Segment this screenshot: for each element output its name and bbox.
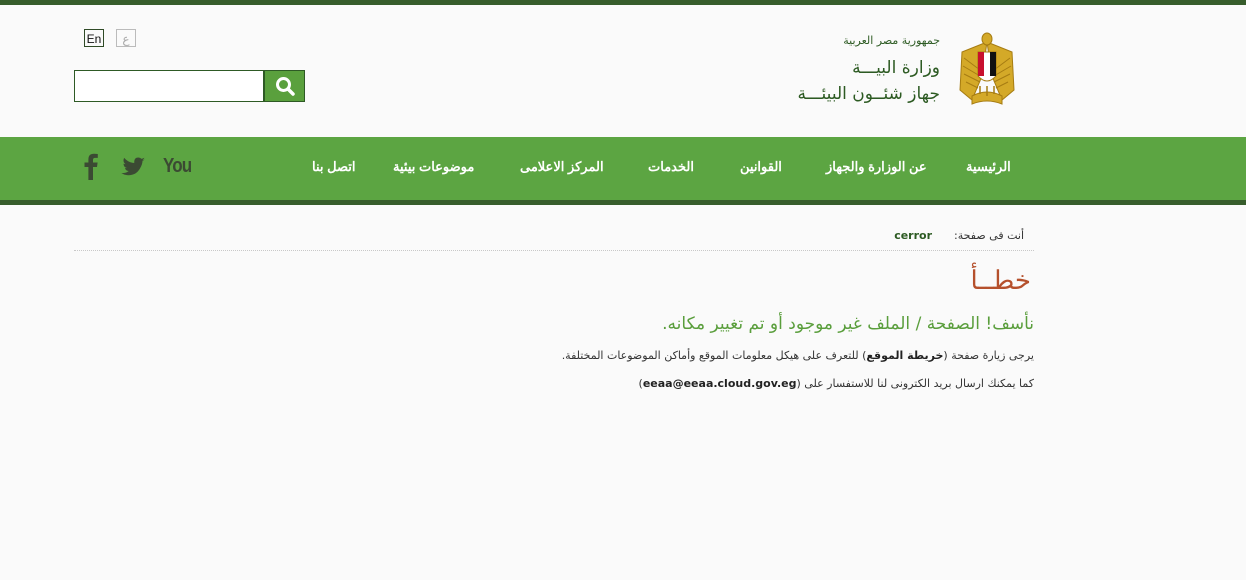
lang-en-button[interactable]: En: [84, 29, 104, 47]
email-hint: كما يمكنك ارسال بريد الكترونى لنا للاستف…: [639, 377, 1034, 390]
breadcrumb-label: أنت فى صفحة:: [954, 229, 1024, 242]
egypt-eagle-emblem[interactable]: [958, 30, 1016, 110]
sitemap-hint-after: ) للتعرف على هيكل معلومات الموقع وأماكن …: [561, 349, 867, 362]
breadcrumb-current[interactable]: cerror: [894, 229, 932, 242]
search-button[interactable]: [264, 70, 305, 102]
sitemap-link[interactable]: خريطة الموقع: [866, 349, 943, 362]
top-bar: [0, 0, 1246, 5]
youtube-icon[interactable]: You: [163, 155, 192, 178]
agency-name: جهاز شئــون البيئـــة: [797, 84, 941, 104]
search-input[interactable]: [74, 70, 264, 102]
breadcrumb: أنت فى صفحة: cerror: [74, 226, 1034, 251]
nav-item-laws[interactable]: القوانين: [740, 159, 782, 175]
lang-ar-button[interactable]: ع: [116, 29, 136, 47]
search-icon: [276, 77, 295, 96]
brand-block: جمهورية مصر العربية وزارة البيـــة جهاز …: [798, 32, 941, 107]
sitemap-hint-before: يرجى زيارة صفحة (: [943, 349, 1034, 362]
ministry-name: وزارة البيـــة: [852, 58, 940, 78]
email-hint-before: كما يمكنك ارسال بريد الكترونى لنا للاستف…: [796, 377, 1035, 390]
error-subtitle: نأسف! الصفحة / الملف غير موجود أو تم تغي…: [662, 314, 1034, 334]
nav-item-media-center[interactable]: المركز الاعلامى: [520, 159, 604, 175]
country-name: جمهورية مصر العربية: [843, 34, 940, 47]
nav-item-contact[interactable]: اتصل بنا: [312, 159, 355, 175]
twitter-icon[interactable]: [120, 157, 146, 177]
nav-item-services[interactable]: الخدمات: [648, 159, 694, 175]
nav-item-about[interactable]: عن الوزارة والجهاز: [826, 159, 927, 175]
nav-item-home[interactable]: الرئيسية: [966, 159, 1011, 175]
email-link[interactable]: eeaa@eeaa.cloud.gov.eg: [643, 377, 797, 390]
nav-item-environmental-topics[interactable]: موضوعات بيئية: [393, 159, 474, 175]
facebook-icon[interactable]: [82, 152, 100, 180]
nav-bottom-border: [0, 200, 1246, 205]
error-title: خطــأ: [970, 266, 1031, 296]
sitemap-hint: يرجى زيارة صفحة (خريطة الموقع) للتعرف عل…: [562, 349, 1034, 362]
